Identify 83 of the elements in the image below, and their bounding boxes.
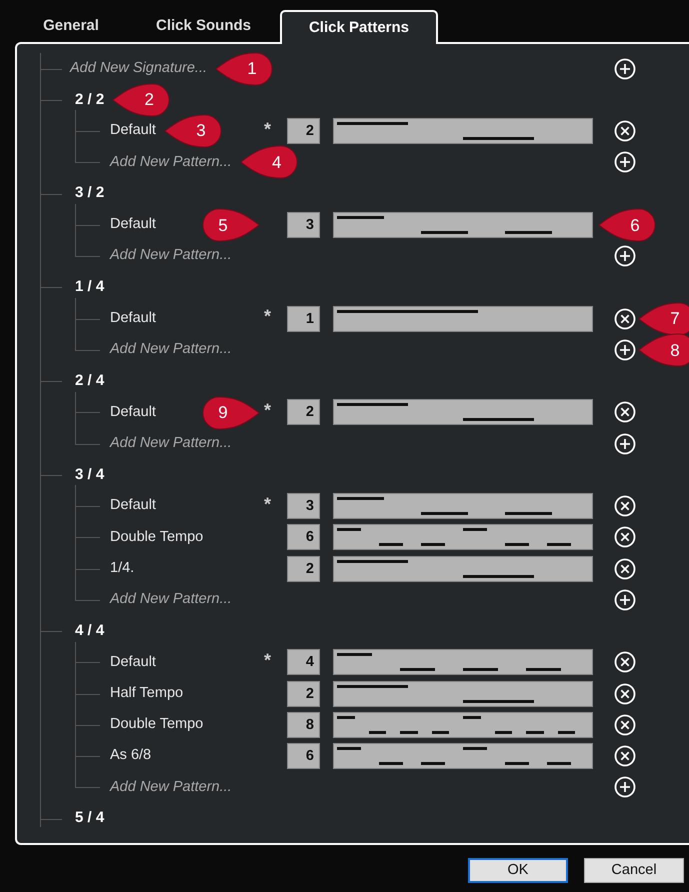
pattern-item[interactable]: Double Tempo [110, 714, 204, 736]
click-pattern-display[interactable] [333, 212, 593, 238]
add-pattern-item[interactable]: Add New Pattern... [110, 776, 232, 798]
x-circle-icon[interactable] [614, 558, 636, 580]
tab[interactable]: General [15, 10, 127, 42]
click-pattern-display[interactable] [333, 649, 593, 676]
pattern-item[interactable]: Default [110, 308, 156, 330]
pattern-item[interactable]: Default [110, 214, 156, 236]
plus-circle-icon[interactable] [614, 58, 636, 80]
plus-circle-icon[interactable] [614, 432, 636, 455]
signature-item[interactable]: 5 / 4 [75, 807, 104, 830]
click-count: 6 [287, 524, 320, 550]
callout-marker: 6 [598, 208, 658, 242]
default-marker: * [262, 494, 272, 512]
x-circle-icon[interactable] [614, 526, 636, 548]
pattern-item[interactable]: Default [110, 402, 156, 424]
click-count: 8 [287, 712, 320, 738]
click-pattern-display[interactable] [333, 524, 593, 550]
add-signature-item[interactable]: Add New Signature... [70, 58, 208, 80]
click-pattern-display[interactable] [333, 306, 593, 332]
add-pattern-item[interactable]: Add New Pattern... [110, 152, 232, 174]
pattern-item[interactable]: As 6/8 [110, 745, 152, 767]
click-pattern-display[interactable] [333, 556, 593, 582]
pattern-item[interactable]: Double Tempo [110, 526, 204, 548]
x-circle-icon[interactable] [614, 745, 636, 768]
plus-circle-icon[interactable] [614, 151, 636, 174]
x-circle-icon[interactable] [614, 651, 636, 674]
plus-circle-icon[interactable] [614, 776, 636, 798]
tab[interactable]: Click Patterns [280, 10, 438, 44]
click-count: 6 [287, 743, 320, 770]
click-pattern-display[interactable] [333, 493, 593, 520]
click-pattern-display[interactable] [333, 118, 593, 144]
default-marker: * [262, 307, 272, 325]
tab[interactable]: Click Sounds [127, 10, 280, 42]
pattern-item[interactable]: Default [110, 495, 156, 517]
x-circle-icon[interactable] [614, 401, 636, 424]
ok-button[interactable]: OK [468, 858, 568, 883]
click-count: 3 [287, 493, 320, 520]
click-pattern-display[interactable] [333, 712, 593, 738]
click-count: 4 [287, 649, 320, 676]
signature-item[interactable]: 1 / 4 [75, 276, 104, 299]
click-count: 2 [287, 399, 320, 426]
signature-item[interactable]: 2 / 4 [75, 370, 104, 392]
x-circle-icon[interactable] [614, 682, 636, 705]
add-pattern-item[interactable]: Add New Pattern... [110, 245, 232, 267]
callout-marker: 4 [240, 145, 300, 180]
click-count: 2 [287, 118, 320, 144]
callout-marker: 9 [200, 396, 260, 430]
callout-marker: 1 [215, 52, 276, 86]
default-marker: * [262, 400, 272, 419]
click-count: 3 [287, 212, 320, 238]
click-pattern-display[interactable] [333, 399, 593, 426]
pattern-item[interactable]: 1/4. [110, 558, 134, 580]
add-pattern-item[interactable]: Add New Pattern... [110, 432, 232, 454]
click-pattern-display[interactable] [333, 680, 593, 707]
default-marker: * [262, 120, 272, 138]
cancel-button[interactable]: Cancel [584, 858, 684, 883]
add-pattern-item[interactable]: Add New Pattern... [110, 589, 232, 611]
click-count: 2 [287, 556, 320, 582]
signature-item[interactable]: 4 / 4 [75, 620, 104, 642]
callout-marker: 7 [638, 302, 689, 336]
callout-marker: 8 [638, 333, 689, 368]
click-count: 1 [287, 306, 320, 332]
plus-circle-icon[interactable] [614, 588, 636, 611]
callout-marker: 5 [200, 208, 260, 242]
plus-circle-icon[interactable] [614, 245, 636, 268]
click-count: 2 [287, 680, 320, 707]
click-pattern-display[interactable] [333, 743, 593, 770]
signature-item[interactable]: 2 / 2 [75, 88, 104, 112]
default-marker: * [262, 650, 272, 669]
pattern-item[interactable]: Half Tempo [110, 682, 184, 704]
signature-item[interactable]: 3 / 4 [75, 464, 104, 486]
x-circle-icon[interactable] [614, 495, 636, 518]
callout-marker: 2 [112, 82, 172, 117]
pattern-item[interactable]: Default [110, 652, 156, 674]
add-pattern-item[interactable]: Add New Pattern... [110, 339, 232, 361]
x-circle-icon[interactable] [614, 714, 636, 736]
x-circle-icon[interactable] [614, 308, 636, 330]
x-circle-icon[interactable] [614, 120, 636, 142]
signature-item[interactable]: 3 / 2 [75, 182, 104, 205]
pattern-item[interactable]: Default [110, 120, 156, 142]
callout-marker: 3 [164, 114, 224, 148]
plus-circle-icon[interactable] [614, 338, 636, 361]
